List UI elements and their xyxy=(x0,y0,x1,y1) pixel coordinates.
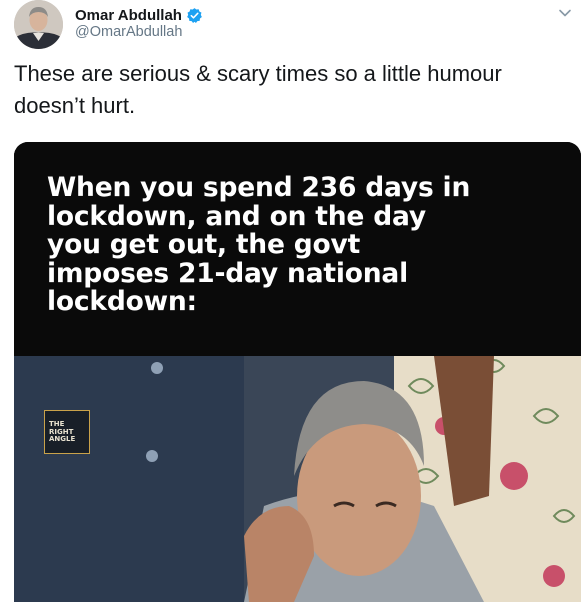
tweet-media[interactable]: When you spend 236 days in lockdown, and… xyxy=(14,142,581,602)
meme-photo xyxy=(14,356,581,602)
display-name[interactable]: Omar Abdullah xyxy=(75,7,182,24)
meme-caption-panel: When you spend 236 days in lockdown, and… xyxy=(14,142,581,356)
tweet-text: These are serious & scary times so a lit… xyxy=(14,61,502,118)
author-handle[interactable]: @OmarAbdullah xyxy=(75,24,182,40)
watermark-logo: THE RIGHT ANGLE xyxy=(44,410,90,454)
meme-caption-text: When you spend 236 days in lockdown, and… xyxy=(47,172,471,317)
watermark-line: ANGLE xyxy=(49,435,76,443)
verified-badge-icon xyxy=(186,7,203,24)
author-name-row[interactable]: Omar Abdullah xyxy=(75,4,203,26)
avatar[interactable] xyxy=(14,0,63,49)
tweet: Omar Abdullah @OmarAbdullah These are se… xyxy=(0,0,582,602)
chevron-down-icon[interactable] xyxy=(556,4,574,22)
